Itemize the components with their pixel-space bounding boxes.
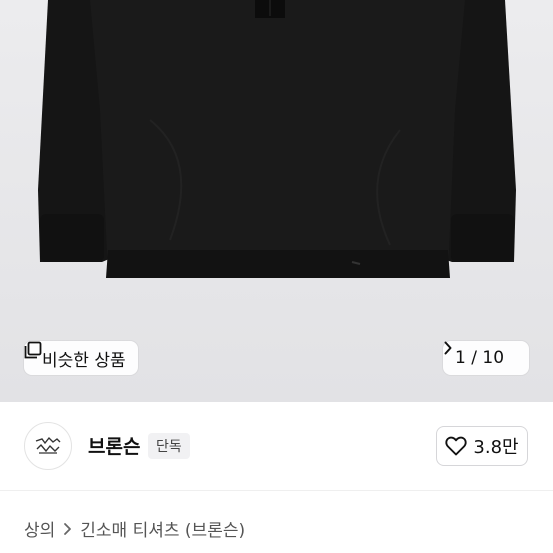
seller-logo: [35, 436, 61, 454]
seller-name[interactable]: 브론슨: [88, 432, 140, 459]
like-button[interactable]: 3.8만: [436, 426, 528, 466]
breadcrumb-subcategory[interactable]: 긴소매 티셔츠 (브론슨): [80, 516, 245, 541]
gallery-total: 10: [482, 348, 505, 368]
product-image-gallery[interactable]: 비슷한 상품 1 / 10: [0, 0, 553, 402]
like-count: 3.8만: [473, 437, 519, 458]
section-divider: [0, 490, 553, 491]
seller-avatar[interactable]: [24, 422, 72, 470]
heart-icon: [445, 436, 468, 456]
seller-bar: 브론슨 단독 3.8만: [0, 402, 553, 490]
gallery-counter-separator: /: [465, 348, 483, 368]
gallery-current: 1: [455, 348, 466, 368]
gallery-counter-button[interactable]: 1 / 10: [443, 341, 529, 375]
breadcrumb-category[interactable]: 상의: [24, 516, 55, 541]
similar-items-label: 비슷한 상품: [42, 350, 126, 371]
gallery-counter: 1 / 10: [455, 348, 504, 368]
chevron-right-icon: [63, 522, 72, 536]
breadcrumb: 상의 긴소매 티셔츠 (브론슨): [24, 516, 245, 541]
exclusive-badge: 단독: [148, 433, 190, 459]
similar-items-button[interactable]: 비슷한 상품: [24, 341, 138, 375]
